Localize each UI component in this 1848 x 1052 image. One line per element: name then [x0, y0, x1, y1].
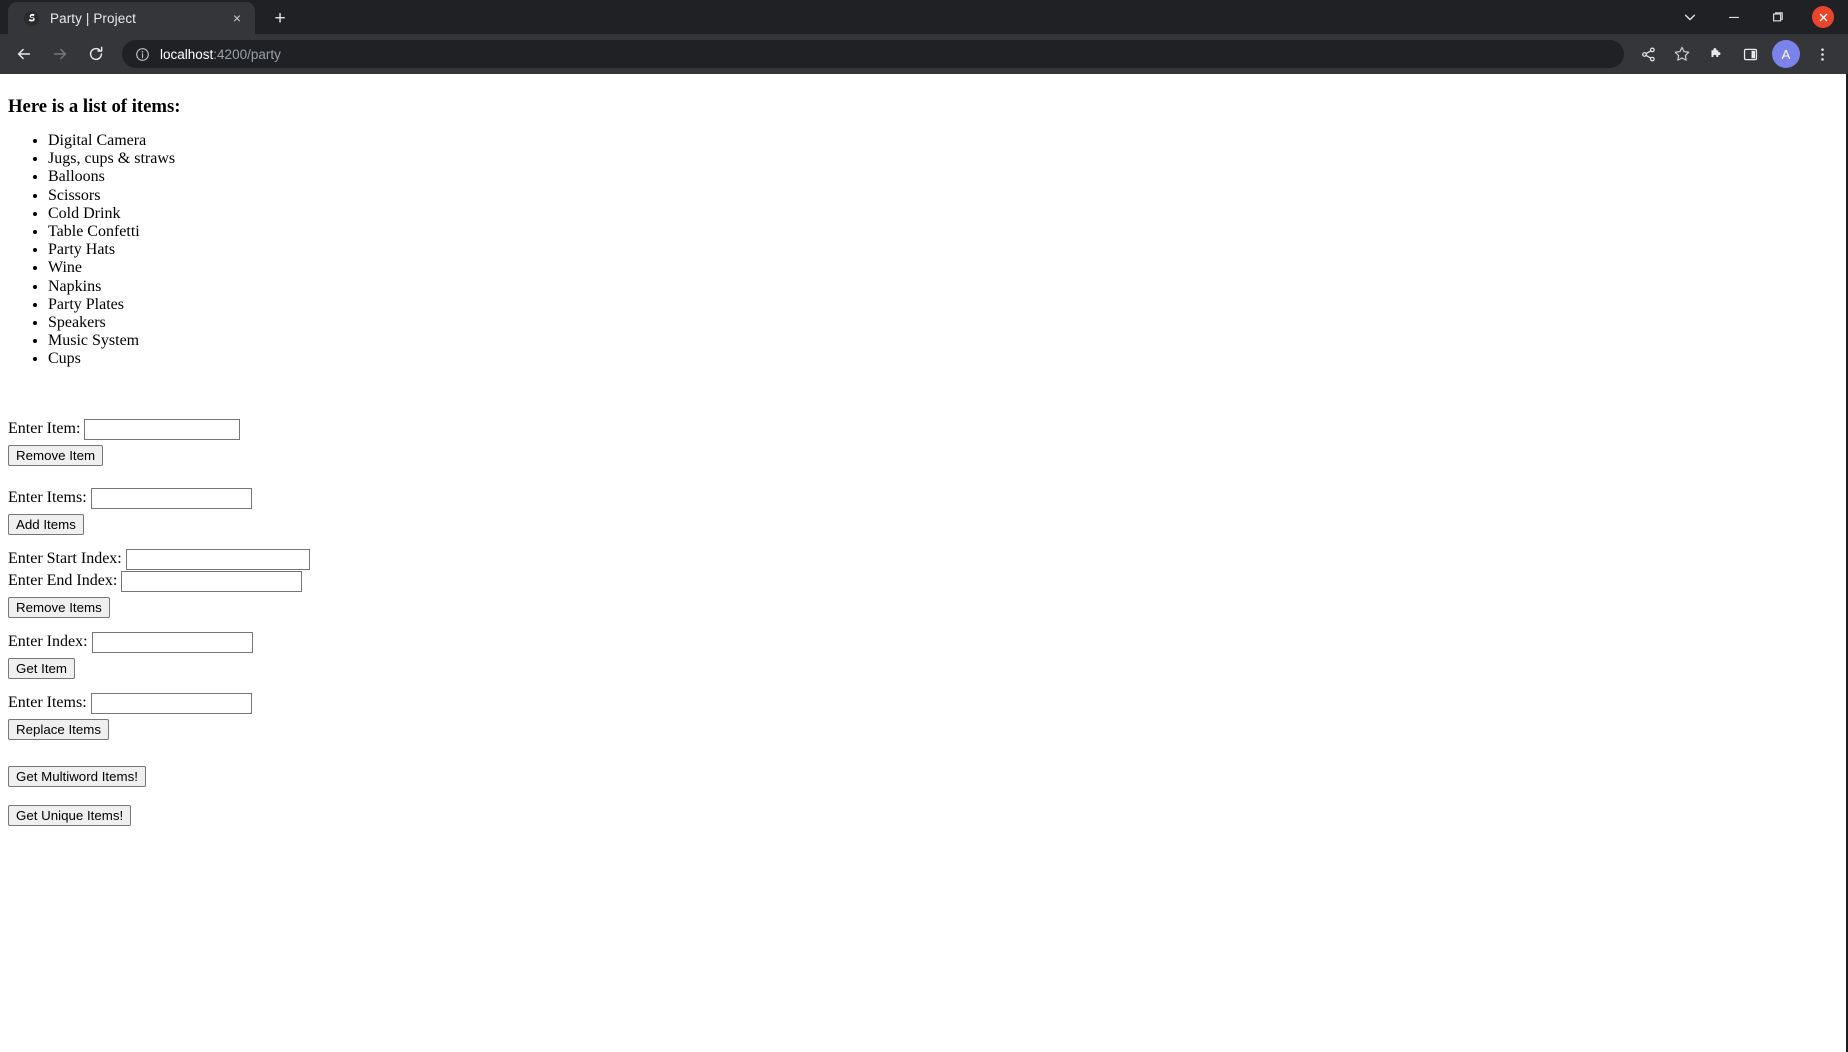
enter-index-label: Enter Index: [8, 633, 88, 651]
add-items-form: Enter Items: Add Items [8, 487, 1838, 535]
share-icon[interactable] [1632, 38, 1664, 70]
address-bar-url: localhost:4200/party [160, 47, 281, 62]
back-arrow-icon[interactable] [8, 38, 40, 70]
list-item: Table Confetti [48, 223, 1838, 241]
tab-strip: Party | Project × + [0, 0, 1848, 34]
start-index-input[interactable] [125, 548, 310, 570]
globe-icon [22, 9, 40, 27]
start-index-field-row: Enter Start Index: [8, 548, 1838, 570]
list-item: Music System [48, 332, 1838, 350]
window-controls [1670, 0, 1848, 34]
tab-title: Party | Project [50, 10, 137, 26]
replace-items-label: Enter Items: [8, 694, 87, 712]
items-list: Digital Camera Jugs, cups & straws Ballo… [8, 132, 1838, 369]
list-item: Speakers [48, 314, 1838, 332]
remove-item-button-row: Remove Item [8, 441, 1838, 466]
url-path: :4200/party [213, 46, 281, 62]
list-item: Cups [48, 350, 1838, 368]
replace-items-field-row: Enter Items: [8, 692, 1838, 714]
list-item: Party Plates [48, 296, 1838, 314]
reload-icon[interactable] [80, 38, 112, 70]
end-index-field-row: Enter End Index: [8, 570, 1838, 592]
get-item-button-row: Get Item [8, 654, 1838, 679]
replace-items-button-row: Replace Items [8, 715, 1838, 740]
remove-item-button[interactable]: Remove Item [8, 444, 104, 466]
browser-tab-party-project[interactable]: Party | Project × [8, 2, 255, 34]
remove-items-button-row: Remove Items [8, 593, 1838, 618]
address-bar[interactable]: localhost:4200/party [122, 40, 1624, 68]
multiword-button-row: Get Multiword Items! [8, 762, 1838, 787]
browser-toolbar: localhost:4200/party A [0, 34, 1848, 74]
puzzle-piece-icon[interactable] [1700, 38, 1732, 70]
add-items-button-row: Add Items [8, 510, 1838, 535]
list-item: Napkins [48, 278, 1838, 296]
get-unique-items-button[interactable]: Get Unique Items! [8, 804, 132, 826]
enter-start-index-label: Enter Start Index: [8, 550, 122, 568]
get-item-form: Enter Index: Get Item [8, 631, 1838, 679]
replace-items-button[interactable]: Replace Items [8, 718, 109, 740]
three-dot-menu-icon[interactable] [1806, 38, 1838, 70]
list-item: Cold Drink [48, 205, 1838, 223]
list-item: Party Hats [48, 241, 1838, 259]
index-input[interactable] [91, 631, 253, 653]
avatar[interactable]: A [1772, 40, 1800, 68]
enter-end-index-label: Enter End Index: [8, 572, 118, 590]
tab-close-icon[interactable]: × [227, 8, 247, 28]
remove-items-button[interactable]: Remove Items [8, 596, 110, 618]
enter-item-input[interactable] [84, 418, 241, 440]
enter-items-label: Enter Items: [8, 489, 87, 507]
list-item: Wine [48, 259, 1838, 277]
star-icon[interactable] [1666, 38, 1698, 70]
remove-item-field-row: Enter Item: [8, 418, 1838, 440]
close-icon[interactable] [1812, 6, 1834, 28]
info-icon[interactable] [134, 46, 150, 62]
list-item: Jugs, cups & straws [48, 150, 1838, 168]
list-item: Balloons [48, 168, 1838, 186]
page-viewport: Here is a list of items: Digital Camera … [0, 74, 1848, 1052]
remove-range-form: Enter Start Index: Enter End Index: Remo… [8, 548, 1838, 618]
unique-button-row: Get Unique Items! [8, 801, 1838, 826]
get-item-button[interactable]: Get Item [8, 657, 75, 679]
index-field-row: Enter Index: [8, 631, 1838, 653]
toolbar-actions: A [1632, 38, 1838, 70]
add-items-input[interactable] [90, 487, 252, 509]
list-item: Digital Camera [48, 132, 1838, 150]
remove-item-form: Enter Item: Remove Item [8, 418, 1838, 466]
tab-search-icon[interactable] [1670, 2, 1710, 32]
browser-window: Party | Project × + localhost:4200/party… [0, 0, 1848, 1052]
maximize-icon[interactable] [1758, 2, 1798, 32]
forward-arrow-icon [44, 38, 76, 70]
add-items-field-row: Enter Items: [8, 487, 1838, 509]
url-host: localhost [160, 46, 214, 62]
page-content: Here is a list of items: Digital Camera … [0, 74, 1846, 834]
replace-items-input[interactable] [90, 692, 252, 714]
new-tab-button[interactable]: + [265, 3, 295, 33]
get-multiword-items-button[interactable]: Get Multiword Items! [8, 765, 146, 787]
page-title: Here is a list of items: [8, 96, 181, 117]
side-panel-icon[interactable] [1734, 38, 1766, 70]
enter-item-label: Enter Item: [8, 420, 81, 438]
list-item: Scissors [48, 187, 1838, 205]
add-items-button[interactable]: Add Items [8, 513, 84, 535]
minimize-icon[interactable] [1714, 2, 1754, 32]
end-index-input[interactable] [121, 570, 303, 592]
replace-items-form: Enter Items: Replace Items [8, 692, 1838, 740]
